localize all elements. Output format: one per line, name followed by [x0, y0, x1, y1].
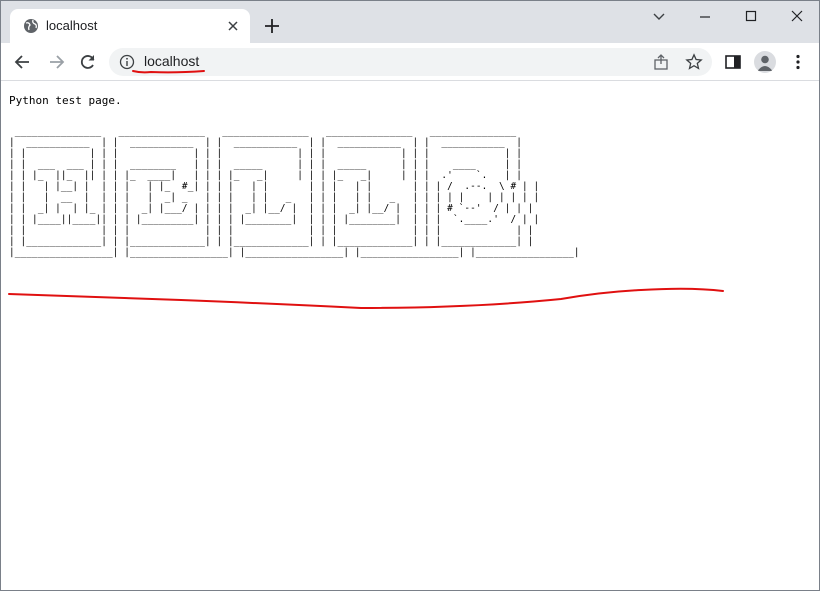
url-text: localhost	[144, 53, 200, 69]
toolbar: localhost	[1, 43, 819, 81]
minimize-icon[interactable]	[693, 7, 717, 27]
reload-icon[interactable]	[78, 52, 98, 72]
page-content: Python test page. _______________ ______…	[1, 82, 819, 590]
close-icon[interactable]	[785, 7, 809, 27]
tab-title: localhost	[46, 18, 98, 33]
share-icon[interactable]	[652, 53, 670, 71]
tab-localhost[interactable]: localhost	[10, 9, 250, 43]
back-arrow-icon[interactable]	[13, 52, 33, 72]
maximize-icon[interactable]	[739, 7, 763, 27]
star-icon[interactable]	[685, 53, 703, 71]
side-panel-icon[interactable]	[723, 52, 743, 72]
tab-strip: localhost	[1, 1, 819, 43]
forward-arrow-icon[interactable]	[46, 52, 66, 72]
chevron-down-icon[interactable]	[647, 7, 671, 27]
globe-icon	[24, 19, 38, 33]
profile-icon[interactable]	[754, 51, 776, 73]
ascii-art-hello: _______________ _______________ ________…	[9, 126, 580, 258]
page-text: Python test page.	[9, 94, 122, 107]
close-tab-icon[interactable]	[224, 17, 242, 35]
address-bar[interactable]: localhost	[109, 48, 712, 76]
avatar-silhouette-icon	[757, 55, 773, 71]
info-icon[interactable]	[119, 54, 135, 70]
browser-window: localhost localhost Python test page. __…	[0, 0, 820, 591]
plus-icon[interactable]	[262, 16, 282, 36]
menu-icon[interactable]	[788, 52, 808, 72]
